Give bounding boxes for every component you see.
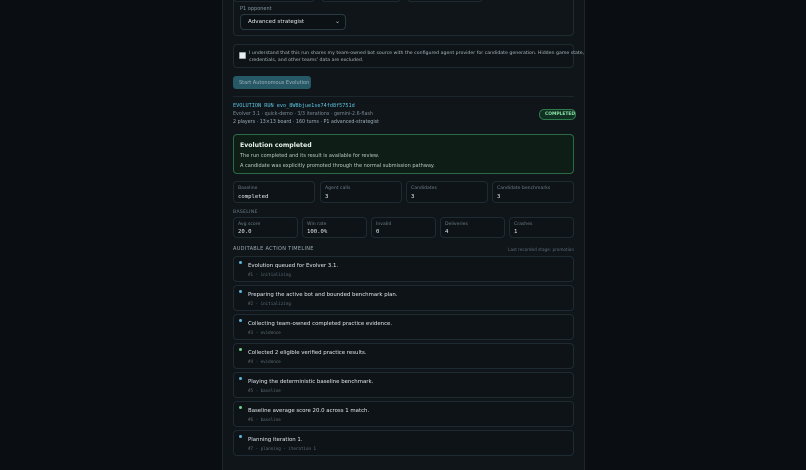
p1-opponent-label: P1 opponent: [240, 6, 272, 12]
summary-candidate-benchmarks: Candidate benchmarks 3: [492, 181, 574, 203]
timeline-event: Planning iteration 1. #7 · planning · it…: [233, 430, 574, 456]
baseline-crashes: Crashes 1: [509, 217, 574, 238]
timeline-event-meta: #5 · baseline: [248, 388, 281, 393]
summary-label: Candidate benchmarks: [497, 186, 551, 191]
timeline-note: Last recorded stage: promotion: [508, 247, 574, 252]
status-badge-label: COMPLETED: [545, 112, 575, 117]
baseline-invalid: Invalid 0: [371, 217, 436, 238]
p1-opponent-value: Advanced strategist: [248, 19, 305, 25]
status-dot-icon: [239, 348, 242, 351]
summary-value: 3: [497, 194, 501, 200]
stat-value: 4: [445, 229, 449, 235]
baseline-heading: BASELINE: [233, 210, 258, 215]
consent-text-2: credentials, and other teams' data are e…: [249, 58, 364, 63]
stat-label: Win rate: [307, 222, 327, 227]
consent-box: I understand that this run shares my tea…: [233, 44, 584, 68]
summary-label: Agent calls: [325, 186, 351, 191]
timeline-event: Baseline average score 20.0 across 1 mat…: [233, 401, 574, 427]
timeline-event-title: Collected 2 eligible verified practice r…: [248, 350, 367, 356]
stat-value: 0: [376, 229, 380, 235]
alert-line-1: The run completed and its result is avai…: [240, 153, 380, 159]
timeline-event-meta: #4 · evidence: [248, 359, 281, 364]
timeline-event-meta: #6 · baseline: [248, 417, 281, 422]
baseline-deliveries: Deliveries 4: [440, 217, 505, 238]
timeline-event-title: Evolution queued for Evolver 3.1.: [248, 263, 339, 269]
alert-title: Evolution completed: [240, 142, 312, 149]
start-evolution-label: Start Autonomous Evolution: [239, 79, 310, 86]
baseline-win-rate: Win rate 100.0%: [302, 217, 367, 238]
timeline-event: Collecting team-owned completed practice…: [233, 314, 574, 340]
summary-candidates: Candidates 3: [406, 181, 488, 203]
run-id: EVOLUTION RUN evo_8W8bjue1se74fd8f5751d: [233, 103, 355, 109]
timeline-event-title: Baseline average score 20.0 across 1 mat…: [248, 408, 370, 414]
summary-value: 3: [325, 194, 329, 200]
status-dot-icon: [239, 435, 242, 438]
divider: [233, 96, 574, 97]
timeline-event: Evolution queued for Evolver 3.1. #1 · i…: [233, 256, 574, 282]
summary-value: 3: [411, 194, 415, 200]
status-dot-icon: [239, 261, 242, 264]
timeline-event-meta: #3 · evidence: [248, 330, 281, 335]
timeline-event-title: Playing the deterministic baseline bench…: [248, 379, 374, 385]
run-meta-1: Evolver 3.1 · quick-demo · 3/3 iteration…: [233, 112, 373, 117]
stat-value: 100.0%: [307, 229, 328, 235]
timeline-event-title: Planning iteration 1.: [248, 437, 303, 443]
status-dot-icon: [239, 406, 242, 409]
stat-value: 20.0: [238, 229, 252, 235]
status-dot-icon: [239, 377, 242, 380]
summary-value: completed: [238, 194, 269, 200]
start-evolution-button[interactable]: Start Autonomous Evolution: [233, 76, 311, 89]
timeline-event-meta: #1 · initializing: [248, 272, 291, 277]
baseline-avg-score: Avg score 20.0: [233, 217, 298, 238]
timeline-event-meta: #2 · initializing: [248, 301, 291, 306]
p1-opponent-select[interactable]: Advanced strategist ⌄: [240, 14, 346, 30]
summary-agent-calls: Agent calls 3: [320, 181, 402, 203]
timeline-event-meta: #7 · planning · iteration 1: [248, 446, 317, 451]
timeline-event-title: Collecting team-owned completed practice…: [248, 321, 393, 327]
consent-text-1: I understand that this run shares my tea…: [249, 51, 585, 56]
summary-baseline: Baseline completed: [233, 181, 315, 203]
summary-label: Candidates: [411, 186, 437, 191]
timeline-event: Collected 2 eligible verified practice r…: [233, 343, 574, 369]
alert-line-2: A candidate was explicitly promoted thro…: [240, 163, 435, 169]
status-dot-icon: [239, 290, 242, 293]
status-badge: COMPLETED: [539, 109, 576, 120]
status-dot-icon: [239, 319, 242, 322]
stat-label: Avg score: [238, 222, 261, 227]
stat-value: 1: [514, 229, 518, 235]
completion-alert: Evolution completed The run completed an…: [233, 134, 574, 174]
stat-label: Invalid: [376, 222, 392, 227]
evolution-panel: P1 opponent Advanced strategist ⌄ I unde…: [222, 0, 585, 470]
chevron-down-icon: ⌄: [334, 18, 340, 25]
timeline-heading: AUDITABLE ACTION TIMELINE: [233, 246, 314, 252]
timeline-event: Playing the deterministic baseline bench…: [233, 372, 574, 398]
consent-checkbox[interactable]: [239, 52, 246, 59]
summary-label: Baseline: [238, 186, 258, 191]
timeline-event: Preparing the active bot and bounded ben…: [233, 285, 574, 311]
run-meta-2: 2 players · 13×13 board · 160 turns · P1…: [233, 120, 380, 125]
stat-label: Crashes: [514, 222, 533, 227]
timeline-event-title: Preparing the active bot and bounded ben…: [248, 292, 398, 298]
stat-label: Deliveries: [445, 222, 468, 227]
